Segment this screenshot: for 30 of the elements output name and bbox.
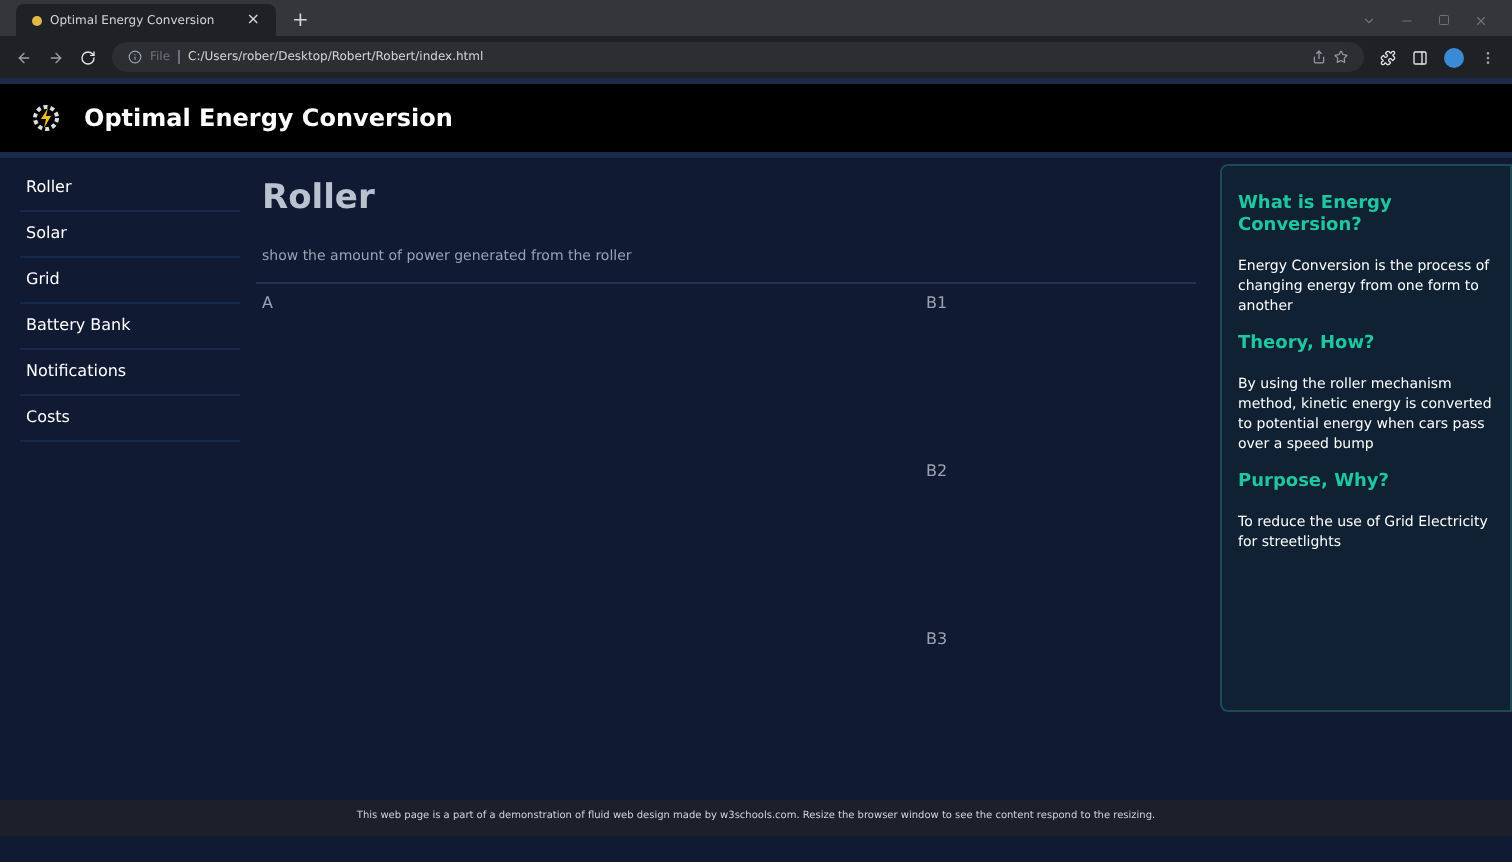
section-heading: What is Energy Conversion? — [1238, 194, 1394, 238]
side-panel-icon[interactable] — [1412, 49, 1428, 65]
sidebar-link[interactable]: Roller — [20, 166, 240, 212]
column-label: B3 — [926, 628, 948, 650]
close-tab-button[interactable]: × — [246, 8, 260, 32]
sidebar-link[interactable]: Solar — [20, 212, 240, 258]
maximize-icon[interactable] — [1438, 14, 1450, 26]
column-label: B2 — [926, 460, 948, 482]
info-icon — [128, 50, 142, 64]
lightning-gear-icon — [32, 104, 60, 132]
bookmark-star-icon[interactable] — [1334, 50, 1348, 64]
favicon-icon — [32, 15, 42, 25]
column-label: B1 — [926, 292, 948, 314]
sidebar-link[interactable]: Costs — [20, 396, 240, 442]
site-title: Optimal Energy Conversion — [84, 102, 453, 136]
profile-avatar[interactable] — [1444, 47, 1464, 67]
share-icon[interactable] — [1312, 50, 1326, 64]
forward-icon[interactable] — [48, 49, 64, 65]
extensions-icon[interactable] — [1380, 49, 1396, 65]
column-label: A — [262, 292, 273, 316]
sidebar-link[interactable]: Notifications — [20, 350, 240, 396]
close-window-icon[interactable] — [1474, 13, 1488, 27]
new-tab-button[interactable]: + — [284, 4, 317, 36]
page-heading: Roller — [260, 176, 377, 222]
sidebar-link[interactable]: Grid — [20, 258, 240, 304]
section-heading: Theory, How? — [1238, 334, 1377, 356]
sidebar-link[interactable]: Battery Bank — [20, 304, 240, 350]
section-heading: Purpose, Why? — [1238, 472, 1392, 494]
back-icon[interactable] — [16, 49, 32, 65]
reload-icon[interactable] — [80, 49, 96, 65]
